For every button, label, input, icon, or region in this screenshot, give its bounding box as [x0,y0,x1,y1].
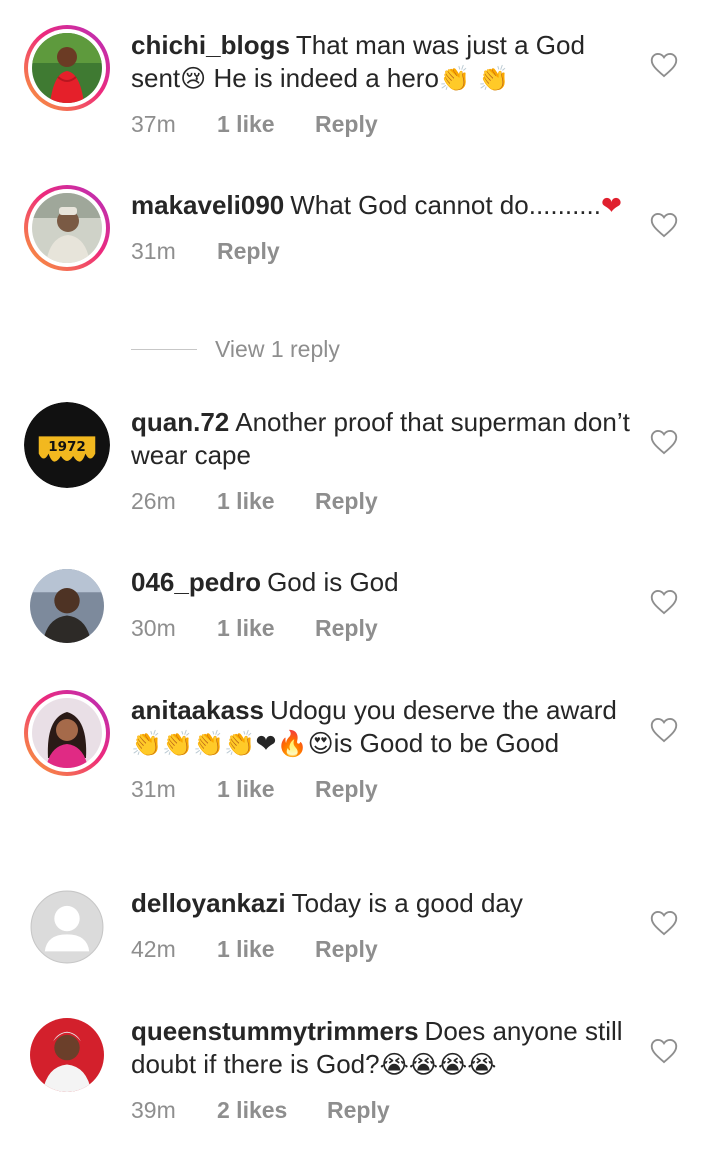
avatar[interactable] [24,563,110,649]
comment-time: 31m [131,776,176,802]
reply-button[interactable]: Reply [315,936,378,963]
view-replies-label[interactable]: View 1 reply [215,336,340,363]
heart-outline-icon[interactable] [650,910,678,936]
comment-likes[interactable]: 1 like [217,776,315,803]
comment-meta: 37m 1 like Reply [131,111,631,138]
avatar[interactable] [24,25,110,111]
avatar[interactable] [24,884,110,970]
comment-likes[interactable]: 1 like [217,936,315,963]
heart-outline-icon[interactable] [650,52,678,78]
comment-time: 26m [131,488,176,514]
comment-text: anitaakass Udogu you deserve the award 👏👏… [131,695,617,758]
comment-meta: 26m 1 like Reply [131,488,631,515]
comment-meta: 42m 1 like Reply [131,936,631,963]
loudly-crying-face-emoji: 😭😭😭😭 [379,1050,497,1079]
comment-time: 37m [131,111,176,137]
avatar-logo-text: 1972 [48,439,86,455]
crying-face-emoji: 😢 [180,64,207,93]
comment-likes[interactable]: 2 likes [217,1097,327,1124]
comment-text: chichi_blogs That man was just a God sent… [131,30,585,93]
comment-text: delloyankazi Today is a good day [131,888,523,918]
heart-outline-icon[interactable] [650,212,678,238]
comment-text: quan.72 Another proof that superman don’t… [131,407,630,470]
comment-username[interactable]: chichi_blogs [131,30,290,60]
replies-divider [131,349,197,350]
comment-meta: 31m Reply [131,238,631,265]
reply-button[interactable]: Reply [315,615,378,642]
avatar[interactable] [24,185,110,271]
emoji-sequence: 👏👏👏👏❤🔥😍 [131,729,334,758]
comment-time: 31m [131,238,176,264]
view-replies-button[interactable]: View 1 reply [131,336,340,363]
comment-time: 30m [131,615,176,641]
comment-username[interactable]: quan.72 [131,407,229,437]
comment-meta: 31m 1 like Reply [131,776,631,803]
comment-likes[interactable]: 1 like [217,488,315,515]
reply-button[interactable]: Reply [217,238,280,265]
comment-text: makaveli090 What God cannot do..........❤ [131,190,622,220]
avatar[interactable]: 1972 [24,402,110,488]
reply-button[interactable]: Reply [315,776,378,803]
comment-likes[interactable]: 1 like [217,615,315,642]
avatar[interactable] [24,690,110,776]
heart-outline-icon[interactable] [650,1038,678,1064]
reply-button[interactable]: Reply [327,1097,390,1124]
comment-likes[interactable]: 1 like [217,111,315,138]
avatar-image [32,698,102,768]
reply-button[interactable]: Reply [315,111,378,138]
comment-username[interactable]: queenstummytrimmers [131,1016,419,1046]
comment-username[interactable]: 046_pedro [131,567,261,597]
clapping-hands-emoji: 👏 👏 [438,64,510,93]
red-heart-emoji: ❤ [600,191,622,220]
comment-text: queenstummytrimmers Does anyone still dou… [131,1016,623,1079]
avatar-image [30,1018,104,1092]
reply-button[interactable]: Reply [315,488,378,515]
heart-outline-icon[interactable] [650,717,678,743]
comment-username[interactable]: anitaakass [131,695,264,725]
comment-text: 046_pedro God is God [131,567,399,597]
avatar-image [32,193,102,263]
comment-time: 42m [131,936,176,962]
heart-outline-icon[interactable] [650,429,678,455]
avatar-image: 1972 [24,402,110,488]
comment-time: 39m [131,1097,176,1123]
comment-username[interactable]: delloyankazi [131,888,286,918]
heart-outline-icon[interactable] [650,589,678,615]
comment-username[interactable]: makaveli090 [131,190,284,220]
avatar-image [30,569,104,643]
avatar[interactable] [24,1012,110,1098]
avatar-image [32,33,102,103]
default-avatar-icon [30,890,104,964]
comment-meta: 30m 1 like Reply [131,615,631,642]
comment-meta: 39m 2 likes Reply [131,1097,631,1124]
